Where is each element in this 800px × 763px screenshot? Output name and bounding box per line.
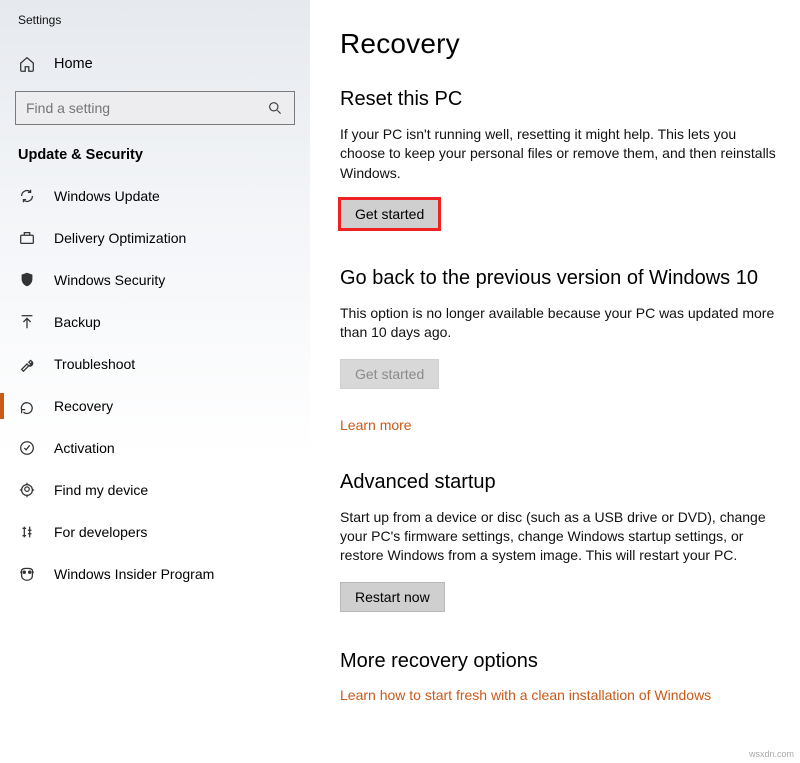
sidebar-item-delivery-optimization[interactable]: Delivery Optimization — [0, 217, 310, 259]
sidebar-item-label: Troubleshoot — [54, 356, 135, 372]
search-icon — [266, 99, 284, 117]
shield-icon — [18, 271, 36, 289]
page-title: Recovery — [340, 28, 776, 60]
nav-home[interactable]: Home — [0, 45, 310, 83]
nav-home-label: Home — [54, 56, 93, 72]
reset-get-started-button[interactable]: Get started — [340, 199, 439, 229]
search-wrap — [0, 83, 310, 139]
section-go-back: Go back to the previous version of Windo… — [340, 267, 776, 433]
sidebar: Settings Home Update & Security Windows … — [0, 0, 310, 763]
check-circle-icon — [18, 439, 36, 457]
goback-get-started-button: Get started — [340, 359, 439, 389]
sidebar-item-windows-update[interactable]: Windows Update — [0, 175, 310, 217]
section-more-recovery: More recovery options Learn how to start… — [340, 650, 776, 703]
recovery-icon — [18, 397, 36, 415]
sidebar-item-backup[interactable]: Backup — [0, 301, 310, 343]
sidebar-item-label: Activation — [54, 440, 115, 456]
sidebar-item-windows-security[interactable]: Windows Security — [0, 259, 310, 301]
sidebar-item-troubleshoot[interactable]: Troubleshoot — [0, 343, 310, 385]
sidebar-item-windows-insider[interactable]: Windows Insider Program — [0, 553, 310, 595]
more-fresh-install-link[interactable]: Learn how to start fresh with a clean in… — [340, 687, 711, 703]
main-content: Recovery Reset this PC If your PC isn't … — [310, 0, 800, 763]
goback-heading: Go back to the previous version of Windo… — [340, 267, 776, 290]
developer-icon — [18, 523, 36, 541]
reset-body: If your PC isn't running well, resetting… — [340, 125, 776, 183]
home-icon — [18, 55, 36, 73]
sidebar-item-label: Recovery — [54, 398, 113, 414]
sidebar-item-label: Windows Insider Program — [54, 566, 214, 582]
goback-body: This option is no longer available becau… — [340, 304, 776, 343]
restart-now-button[interactable]: Restart now — [340, 582, 445, 612]
sidebar-item-label: Find my device — [54, 482, 148, 498]
section-reset-this-pc: Reset this PC If your PC isn't running w… — [340, 88, 776, 229]
wrench-icon — [18, 355, 36, 373]
insider-icon — [18, 565, 36, 583]
advanced-body: Start up from a device or disc (such as … — [340, 508, 776, 566]
backup-icon — [18, 313, 36, 331]
attribution-text: wsxdn.com — [749, 749, 794, 759]
reset-heading: Reset this PC — [340, 88, 776, 111]
sidebar-item-find-my-device[interactable]: Find my device — [0, 469, 310, 511]
search-input[interactable] — [26, 100, 266, 116]
more-heading: More recovery options — [340, 650, 776, 673]
sidebar-section-header: Update & Security — [0, 139, 310, 175]
sidebar-item-label: Delivery Optimization — [54, 230, 186, 246]
section-advanced-startup: Advanced startup Start up from a device … — [340, 471, 776, 612]
location-icon — [18, 481, 36, 499]
optimization-icon — [18, 229, 36, 247]
sidebar-item-activation[interactable]: Activation — [0, 427, 310, 469]
window-title: Settings — [0, 0, 310, 45]
sidebar-item-label: Backup — [54, 314, 101, 330]
search-field[interactable] — [15, 91, 295, 125]
sidebar-item-label: Windows Update — [54, 188, 160, 204]
sidebar-item-label: For developers — [54, 524, 147, 540]
advanced-heading: Advanced startup — [340, 471, 776, 494]
sidebar-item-label: Windows Security — [54, 272, 165, 288]
sidebar-item-for-developers[interactable]: For developers — [0, 511, 310, 553]
goback-learn-more-link[interactable]: Learn more — [340, 417, 412, 433]
sidebar-item-recovery[interactable]: Recovery — [0, 385, 310, 427]
sync-icon — [18, 187, 36, 205]
